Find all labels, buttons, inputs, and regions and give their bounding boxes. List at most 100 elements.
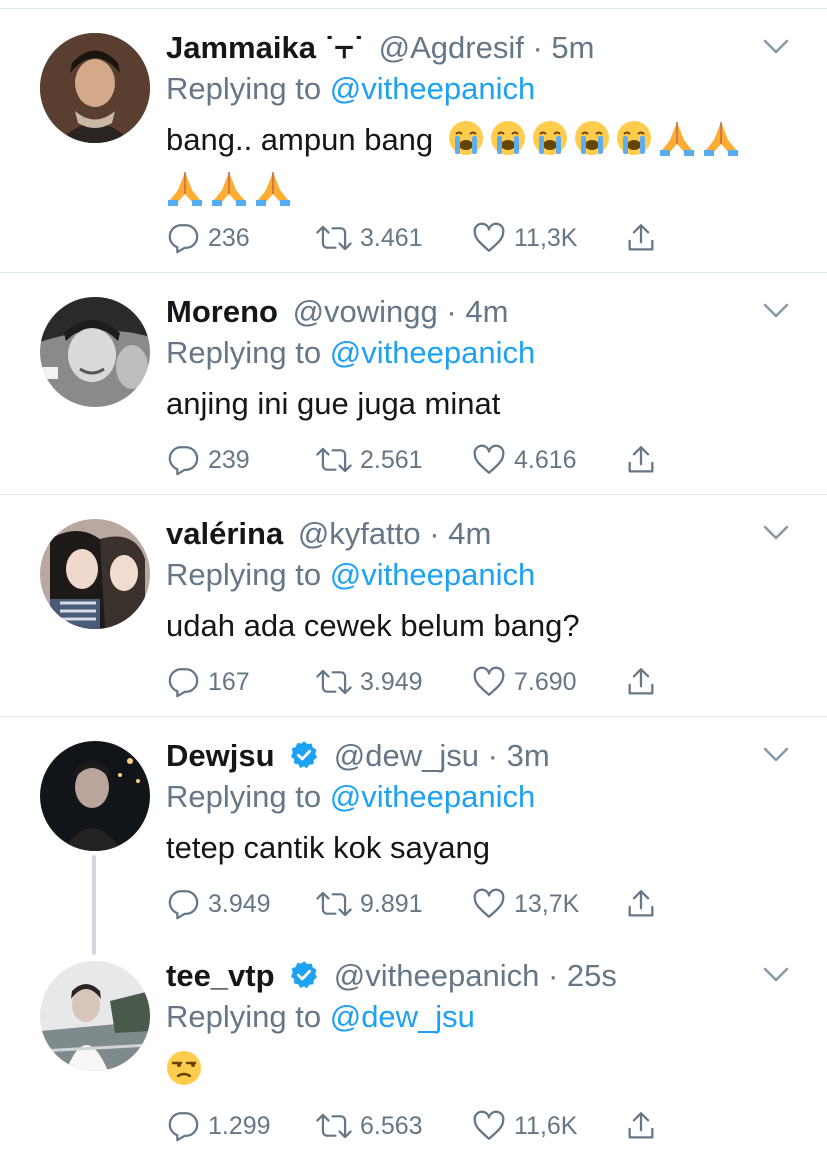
folded-hands-icon — [702, 120, 740, 168]
share-icon — [628, 224, 654, 251]
reply-button[interactable]: 3.949 — [166, 884, 271, 924]
folded-hands-icon — [254, 170, 292, 218]
tweet-feed: Jammaika ˙⫟˙ @Agdresif · 5m Replying to … — [0, 0, 827, 1154]
share-button[interactable] — [624, 1106, 666, 1146]
tweet-text: tetep cantik kok sayang — [166, 826, 786, 870]
reply-count: 236 — [208, 223, 250, 252]
tweet-text-content: tetep cantik kok sayang — [166, 830, 490, 865]
heart-icon — [473, 888, 505, 918]
like-button[interactable]: 7.690 — [472, 662, 577, 702]
reply-icon — [168, 890, 199, 920]
timestamp[interactable]: 4m — [448, 516, 491, 551]
retweet-icon — [316, 225, 352, 251]
share-icon — [628, 1112, 654, 1139]
display-name[interactable]: Jammaika ˙⫟˙ — [166, 30, 364, 65]
tweet-header: tee_vtp @vitheepanich · 25s — [166, 958, 617, 994]
separator-dot: · — [532, 30, 543, 65]
share-button[interactable] — [624, 884, 666, 924]
replying-to: Replying to @vitheepanich — [166, 779, 535, 815]
loudly-crying-face-icon — [490, 120, 526, 168]
timestamp[interactable]: 4m — [465, 294, 508, 329]
replying-to: Replying to @vitheepanich — [166, 557, 535, 593]
retweet-count: 9.891 — [360, 889, 423, 918]
heart-icon — [473, 444, 505, 474]
tweet-item[interactable]: tee_vtp @vitheepanich · 25s Replying to … — [0, 942, 827, 1154]
folded-hands-icon — [210, 170, 248, 218]
loudly-crying-face-icon — [532, 120, 568, 168]
display-name[interactable]: Dewjsu — [166, 738, 275, 773]
retweet-count: 2.561 — [360, 445, 423, 474]
tweet-text-content: anjing ini gue juga minat — [166, 386, 501, 421]
heart-icon — [473, 222, 505, 252]
avatar[interactable] — [40, 741, 150, 851]
like-count: 13,7K — [514, 889, 580, 918]
timestamp[interactable]: 25s — [567, 958, 617, 993]
separator-dot: · — [429, 516, 440, 551]
reply-count: 167 — [208, 667, 250, 696]
user-handle[interactable]: @dew_jsu — [334, 738, 479, 773]
tweet-actions: 1.299 6.563 11,6K — [166, 1106, 686, 1146]
like-button[interactable]: 13,7K — [472, 884, 579, 924]
like-button[interactable]: 11,6K — [472, 1106, 577, 1146]
separator-dot: · — [487, 738, 498, 773]
tweet-actions: 239 2.561 4.616 — [166, 440, 686, 480]
retweet-button[interactable]: 2.561 — [316, 440, 423, 480]
separator-dot: · — [547, 958, 559, 993]
user-handle[interactable]: @kyfatto — [298, 516, 421, 551]
replying-mention[interactable]: @dew_jsu — [330, 999, 475, 1034]
avatar[interactable] — [40, 33, 150, 143]
retweet-button[interactable]: 3.461 — [316, 218, 423, 258]
reply-icon — [168, 446, 199, 476]
retweet-button[interactable]: 9.891 — [316, 884, 423, 924]
replying-mention[interactable]: @vitheepanich — [330, 557, 536, 592]
avatar[interactable] — [40, 297, 150, 407]
chevron-down-icon[interactable] — [762, 746, 790, 764]
chevron-down-icon[interactable] — [762, 966, 790, 984]
chevron-down-icon[interactable] — [762, 38, 790, 56]
share-button[interactable] — [624, 440, 666, 480]
tweet-text — [166, 1048, 786, 1098]
like-button[interactable]: 4.616 — [472, 440, 577, 480]
like-count: 4.616 — [514, 445, 577, 474]
replying-mention[interactable]: @vitheepanich — [330, 779, 536, 814]
share-button[interactable] — [624, 662, 666, 702]
like-button[interactable]: 11,3K — [472, 218, 577, 258]
retweet-icon — [316, 669, 352, 695]
tweet-text: bang.. ampun bang — [166, 118, 786, 218]
tweet-header: Moreno @vowingg · 4m — [166, 294, 508, 330]
replying-prefix: Replying to — [166, 71, 322, 106]
user-handle[interactable]: @vowingg — [293, 294, 438, 329]
avatar[interactable] — [40, 519, 150, 629]
user-handle[interactable]: @vitheepanich — [334, 958, 540, 993]
like-count: 7.690 — [514, 667, 577, 696]
tweet-item[interactable]: Jammaika ˙⫟˙ @Agdresif · 5m Replying to … — [0, 0, 827, 272]
reply-button[interactable]: 167 — [166, 662, 250, 702]
tweet-item[interactable]: Dewjsu @dew_jsu · 3m Replying to @vithee… — [0, 716, 827, 955]
chevron-down-icon[interactable] — [762, 524, 790, 542]
reply-button[interactable]: 1.299 — [166, 1106, 271, 1146]
retweet-button[interactable]: 3.949 — [316, 662, 423, 702]
display-name[interactable]: tee_vtp — [166, 958, 275, 993]
display-name[interactable]: valérina — [166, 516, 283, 551]
tweet-item[interactable]: valérina @kyfatto · 4m Replying to @vith… — [0, 494, 827, 716]
avatar[interactable] — [40, 961, 150, 1071]
tweet-item[interactable]: Moreno @vowingg · 4m Replying to @vithee… — [0, 272, 827, 494]
timestamp[interactable]: 3m — [507, 738, 550, 773]
reply-icon — [168, 668, 199, 698]
replying-to: Replying to @dew_jsu — [166, 999, 475, 1035]
tweet-actions: 167 3.949 7.690 — [166, 662, 686, 702]
retweet-button[interactable]: 6.563 — [316, 1106, 423, 1146]
user-handle[interactable]: @Agdresif — [379, 30, 524, 65]
display-name[interactable]: Moreno — [166, 294, 278, 329]
reply-button[interactable]: 239 — [166, 440, 250, 480]
chevron-down-icon[interactable] — [762, 302, 790, 320]
share-button[interactable] — [624, 218, 666, 258]
loudly-crying-face-icon — [574, 120, 610, 168]
retweet-icon — [316, 891, 352, 917]
replying-mention[interactable]: @vitheepanich — [330, 335, 536, 370]
timestamp[interactable]: 5m — [551, 30, 594, 65]
replying-mention[interactable]: @vitheepanich — [330, 71, 536, 106]
reply-button[interactable]: 236 — [166, 218, 250, 258]
tweet-header: valérina @kyfatto · 4m — [166, 516, 491, 552]
verified-badge-icon — [291, 741, 318, 769]
